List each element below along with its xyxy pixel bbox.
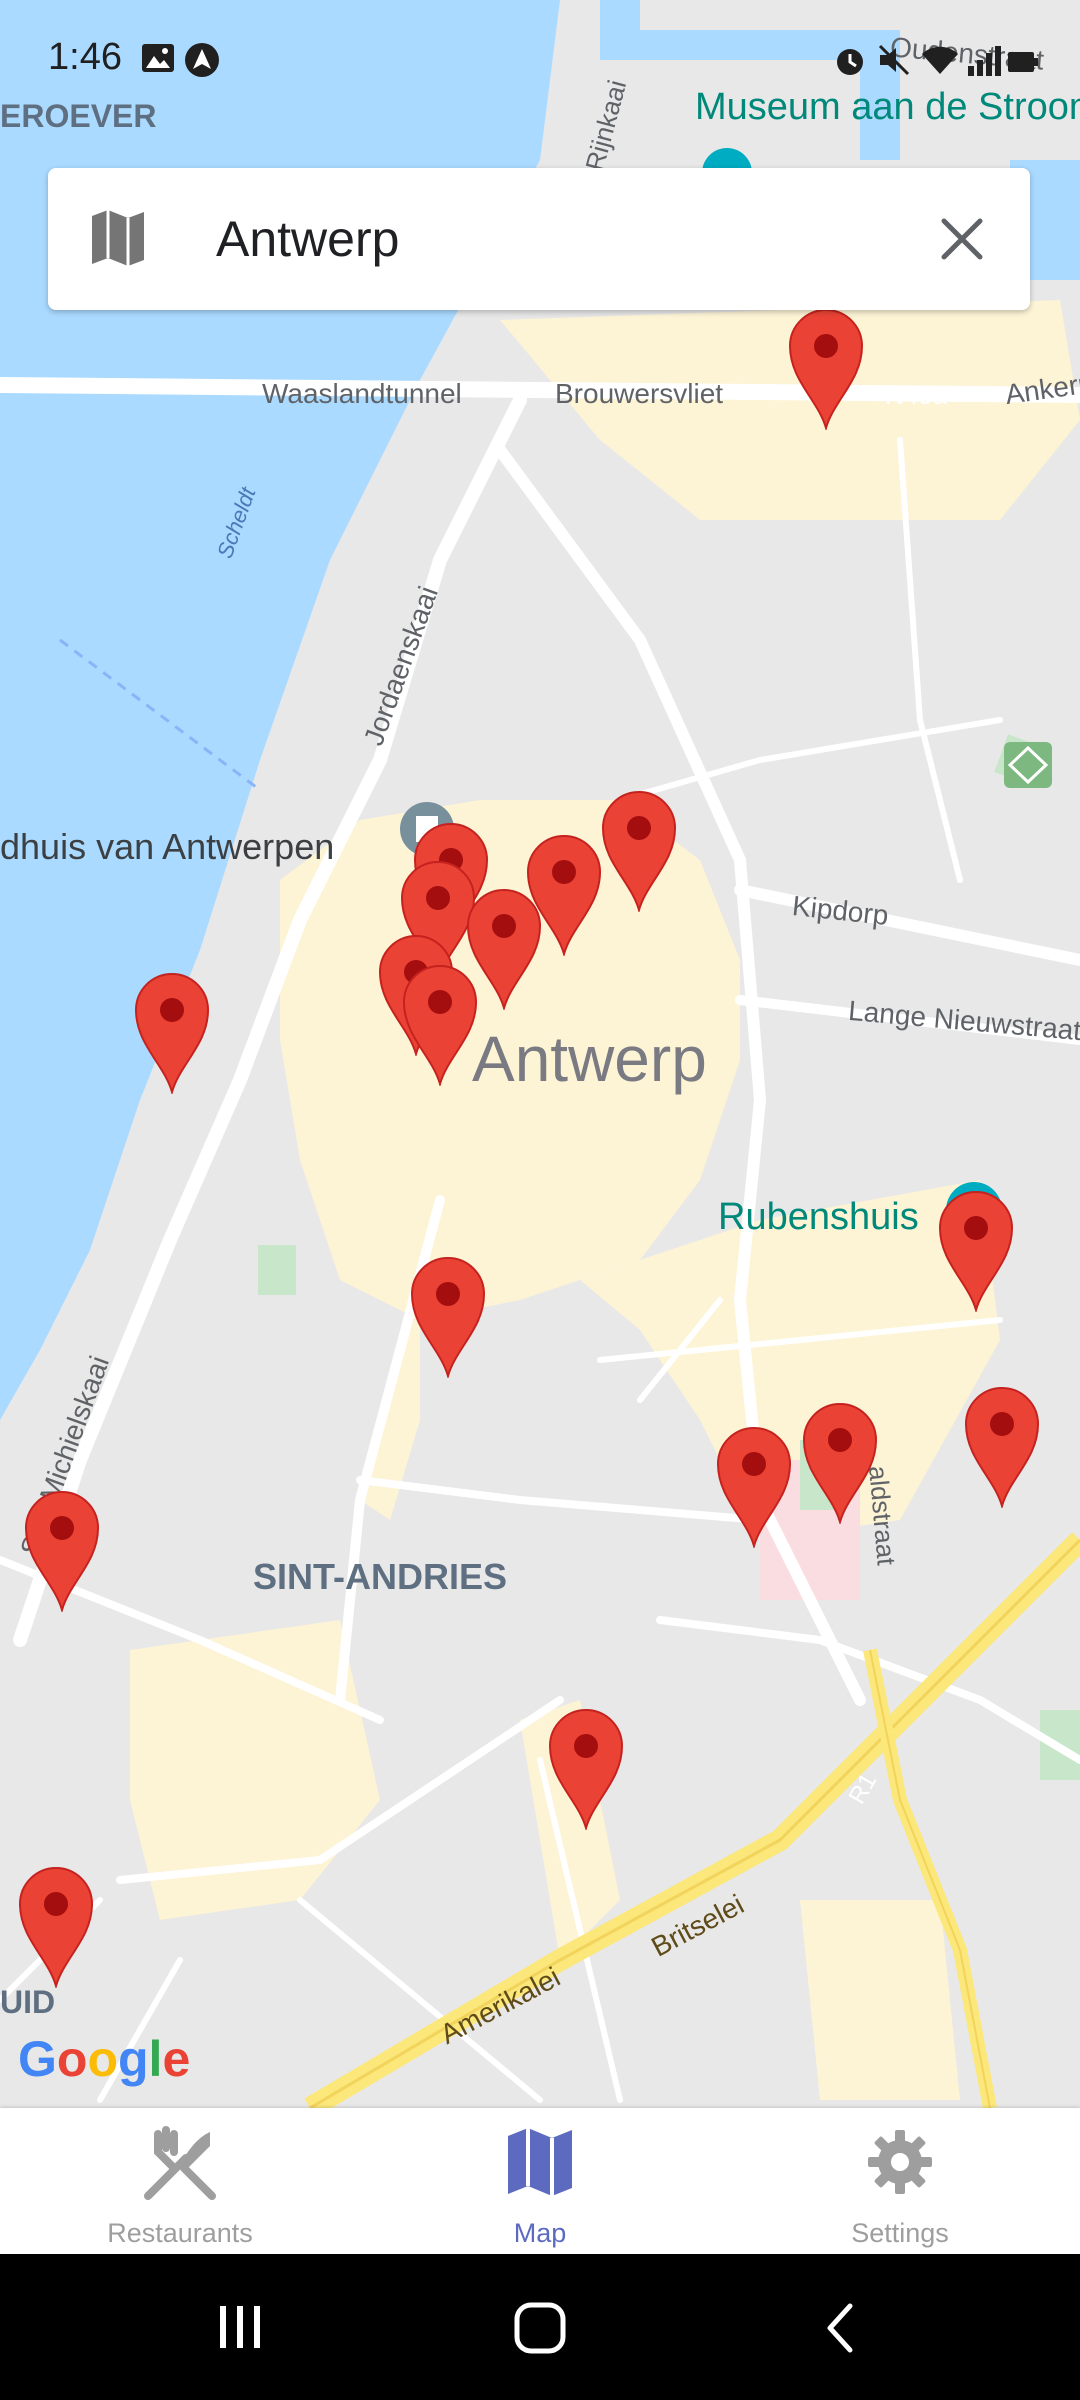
navigation-notification-icon [185, 43, 219, 77]
restaurant-marker-pin[interactable] [402, 964, 478, 1086]
bottom-navigation: Restaurants Map Settings [0, 2108, 1080, 2254]
image-notification-icon [142, 44, 174, 72]
signal-icon [968, 46, 1001, 76]
tab-settings[interactable]: Settings [720, 2108, 1080, 2254]
tab-map[interactable]: Map [360, 2108, 720, 2254]
map-label-n49a: N49a [885, 380, 948, 410]
battery-icon [1008, 52, 1038, 72]
status-time: 1:46 [48, 36, 122, 78]
system-navigation-bar [0, 2254, 1080, 2400]
mute-icon [878, 44, 910, 76]
google-logo: Google [18, 2031, 191, 2087]
fork-knife-icon [144, 2126, 216, 2200]
map-label-rubenshuis: Rubenshuis [718, 1196, 919, 1238]
tab-map-label: Map [513, 2218, 567, 2248]
back-icon[interactable] [820, 2302, 860, 2354]
restaurant-marker-pin[interactable] [548, 1708, 624, 1830]
restaurant-marker-pin[interactable] [788, 308, 864, 430]
search-query[interactable]: Antwerp [216, 210, 399, 268]
close-icon[interactable] [936, 213, 988, 265]
tab-restaurants[interactable]: Restaurants [0, 2108, 360, 2254]
park-poi-icon [1004, 742, 1052, 788]
status-bar: 1:46 [0, 0, 1080, 120]
map-label-city: Antwerp [472, 1023, 707, 1095]
map-label-stadhuis: dhuis van Antwerpen [0, 826, 335, 867]
tab-settings-label: Settings [851, 2218, 949, 2248]
restaurant-marker-pin[interactable] [410, 1256, 486, 1378]
recents-icon[interactable] [214, 2302, 266, 2352]
map-view[interactable]: EROEVER Museum aan de Stroom Oudenstraat… [0, 0, 1080, 2108]
alarm-icon [837, 49, 863, 75]
restaurant-marker-pin[interactable] [938, 1190, 1014, 1312]
map-label-waaslandtunnel: Waaslandtunnel [262, 378, 462, 409]
home-icon[interactable] [512, 2300, 568, 2356]
restaurant-marker-pin[interactable] [802, 1402, 878, 1524]
map-label-sint-andries: SINT-ANDRIES [253, 1556, 508, 1597]
search-bar[interactable]: Antwerp [48, 168, 1030, 310]
restaurant-marker-pin[interactable] [134, 972, 210, 1094]
gear-icon [868, 2130, 932, 2194]
map-label-brouwersvliet: Brouwersvliet [555, 378, 724, 409]
wifi-icon [922, 46, 958, 74]
map-icon [92, 210, 144, 266]
map-label-zuid: UID [0, 1984, 56, 2020]
restaurant-marker-pin[interactable] [716, 1426, 792, 1548]
restaurant-marker-pin[interactable] [601, 790, 677, 912]
restaurant-marker-pin[interactable] [18, 1866, 94, 1988]
tab-restaurants-label: Restaurants [107, 2218, 253, 2248]
restaurant-marker-pin[interactable] [964, 1386, 1040, 1508]
map-icon [508, 2128, 572, 2196]
restaurant-marker-pin[interactable] [24, 1490, 100, 1612]
